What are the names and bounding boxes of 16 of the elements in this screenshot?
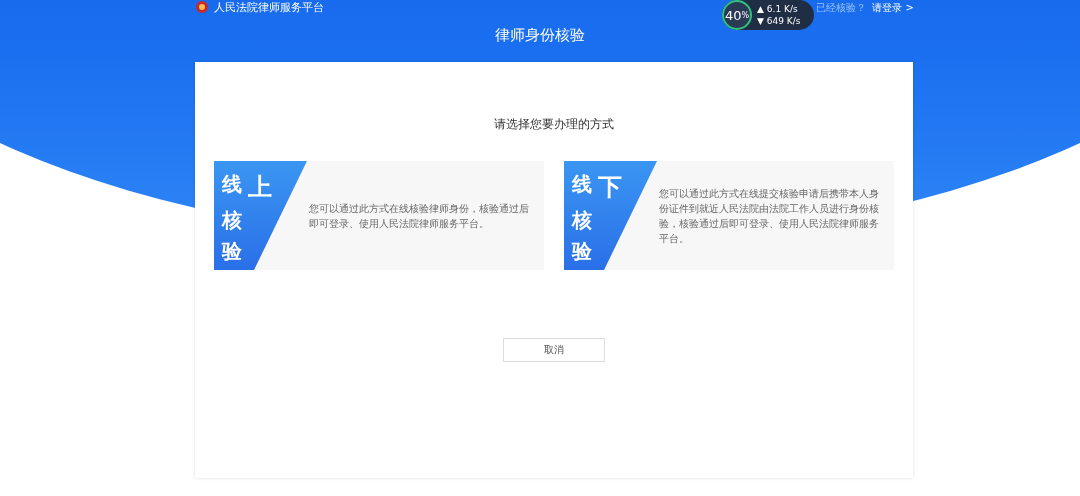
site-name: 人民法院律师服务平台: [214, 1, 324, 15]
page-title: 律师身份核验: [494, 26, 586, 45]
download-speed: ▼ 649 K/s: [757, 15, 801, 27]
emblem-icon: [196, 1, 208, 13]
upload-speed: ▲ 6.1 K/s: [757, 3, 799, 15]
login-prompt: 已经核验？: [816, 1, 867, 15]
option-card[interactable]: 线上核验 您可以通过此方式在线核验律师身份，核验通过后即可登录、使用人民法院律师服务平台。: [214, 161, 544, 270]
option-title: 线上核验: [222, 171, 273, 265]
login-link[interactable]: 请登录 >: [872, 1, 914, 15]
prompt-text: 请选择您要办理的方式: [494, 116, 614, 133]
option-title: 线下核验: [572, 171, 623, 265]
option-description: 您可以通过此方式在线核验律师身份，核验通过后即可登录、使用人民法院律师服务平台。: [309, 201, 530, 231]
option-description: 您可以通过此方式在线提交核验申请后携带本人身份证件到就近人民法院由法院工作人员进行身份核验，核验通过后即可登录、使用人民法院律师服务平台。: [659, 186, 880, 246]
cancel-button[interactable]: 取消: [503, 338, 605, 362]
option-card[interactable]: 线下核验 您可以通过此方式在线提交核验申请后携带本人身份证件到就近人民法院由法院工作人员进行身份核验，核验通过后即可登录、使用人民法院律师服务平台。: [564, 161, 894, 270]
percent-gauge: 40%: [722, 0, 752, 30]
